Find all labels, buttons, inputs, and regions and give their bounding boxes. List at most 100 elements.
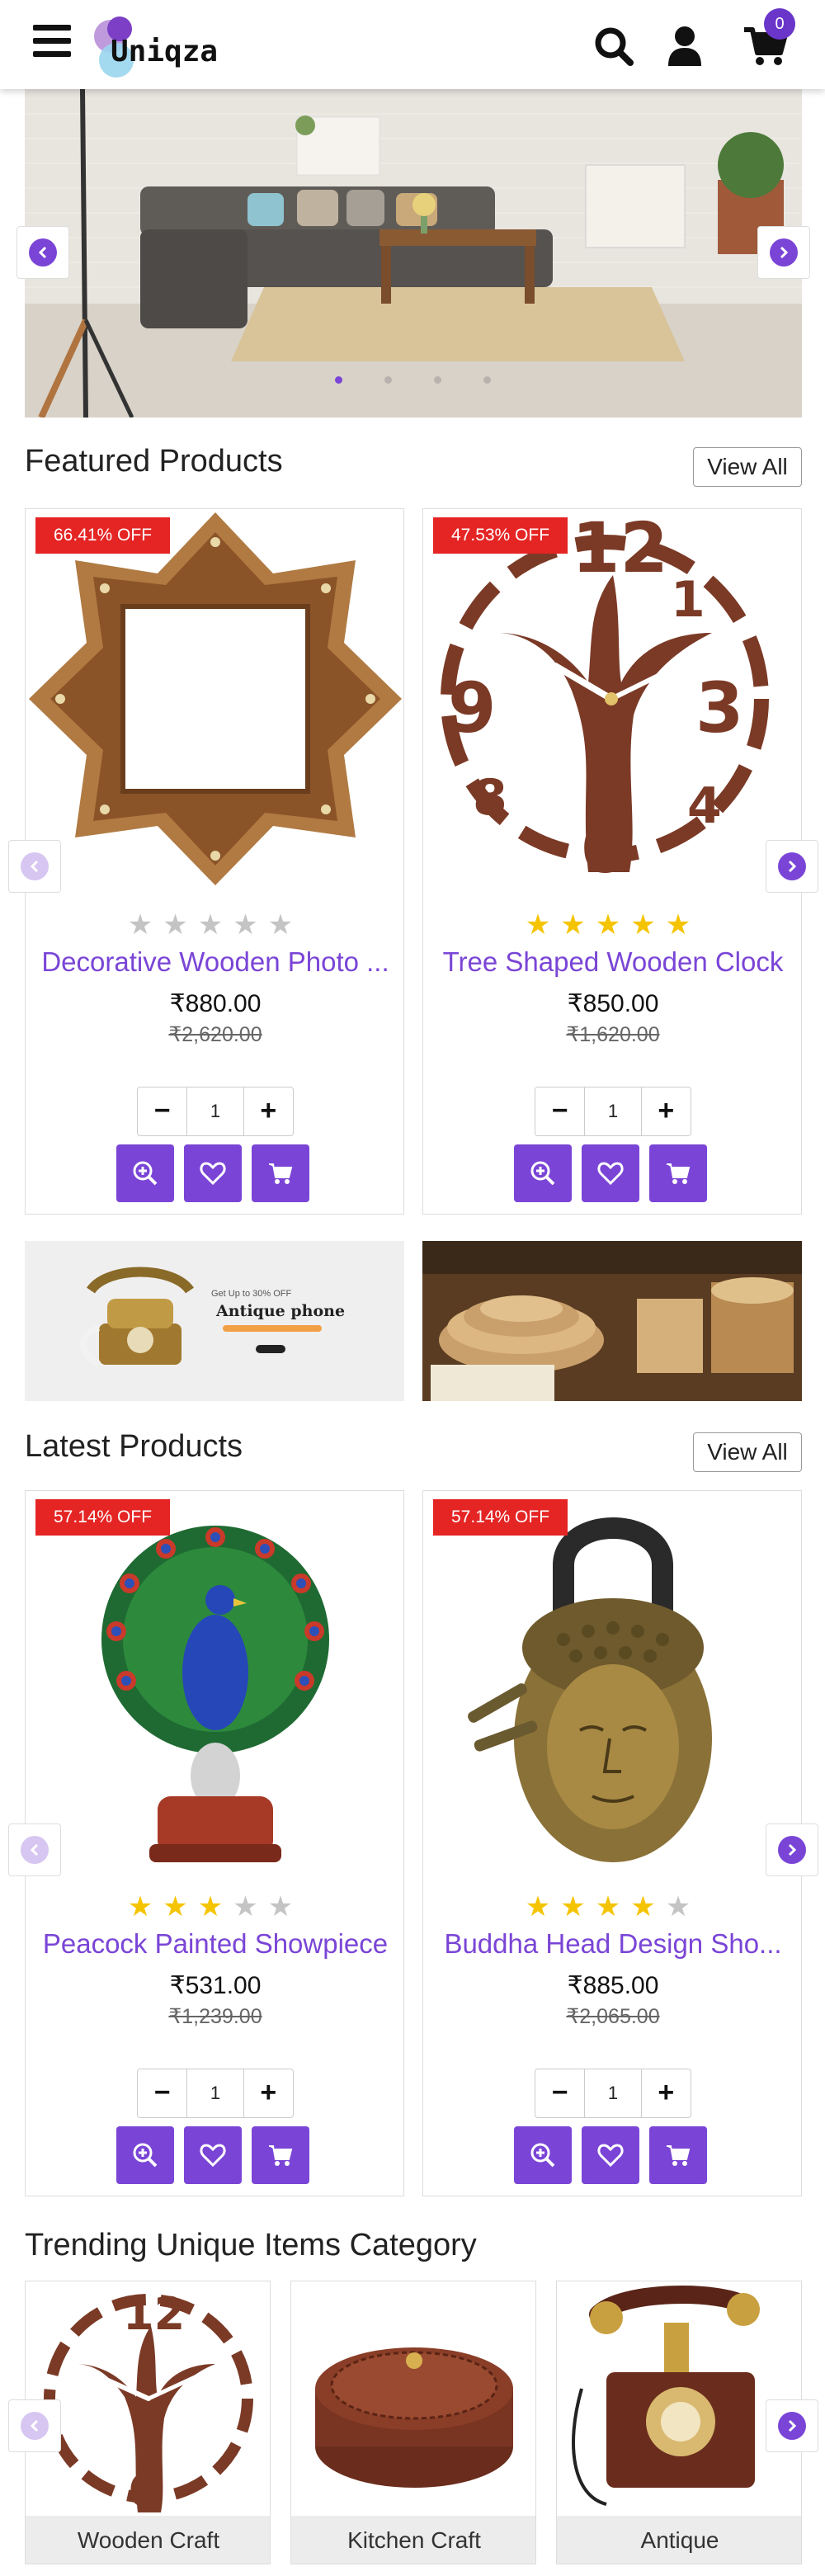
product-actions — [116, 2126, 314, 2184]
quantity-increase-button[interactable]: + — [244, 1087, 293, 1135]
category-card-wooden-craft[interactable]: 12 6 Wooden Craft — [25, 2281, 271, 2564]
quantity-decrease-button[interactable]: − — [138, 2069, 186, 2117]
quick-view-button[interactable] — [514, 2126, 572, 2184]
quantity-increase-button[interactable]: + — [642, 2069, 691, 2117]
latest-view-all-button[interactable]: View All — [693, 1432, 802, 1472]
product-old-price: ₹2,065.00 — [566, 2005, 660, 2028]
product-old-price: ₹1,239.00 — [168, 2005, 262, 2028]
product-price: ₹885.00 — [567, 1972, 659, 1999]
product-card[interactable]: 57.14% OFF ★★★★★ Buddha Head Design Sho.… — [422, 1490, 802, 2196]
svg-text:9: 9 — [448, 668, 496, 748]
zoom-in-icon — [530, 1161, 555, 1186]
category-name: Kitchen Craft — [291, 2516, 535, 2564]
chevron-right-icon — [780, 246, 789, 259]
banner-dot[interactable] — [384, 376, 392, 384]
featured-view-all-button[interactable]: View All — [693, 447, 802, 487]
banner-dot[interactable] — [335, 376, 342, 384]
promo-banner-antique-phone[interactable]: Get Up to 30% OFF Antique phone — [25, 1241, 404, 1401]
site-logo[interactable]: Uniqza — [86, 15, 234, 81]
cart-icon — [269, 1163, 293, 1184]
add-to-cart-button[interactable] — [649, 2126, 707, 2184]
zoom-in-icon — [133, 1161, 158, 1186]
trending-categories-title: Trending Unique Items Category — [25, 2228, 477, 2262]
add-to-cart-button[interactable] — [252, 2126, 309, 2184]
promo-banner-handicrafts[interactable] — [422, 1241, 802, 1401]
product-card[interactable]: 66.41% OFF ★★★★★ Decorative Wooden Photo… — [25, 508, 404, 1215]
category-image-wooden-box — [315, 2347, 513, 2488]
quick-view-button[interactable] — [116, 2126, 174, 2184]
banner-dot[interactable] — [434, 376, 441, 384]
svg-text:8: 8 — [473, 769, 507, 827]
quantity-increase-button[interactable]: + — [244, 2069, 293, 2117]
zoom-in-icon — [133, 2143, 158, 2168]
promo-shop-button[interactable] — [256, 1345, 285, 1353]
product-name[interactable]: Decorative Wooden Photo ... — [31, 946, 400, 978]
quantity-stepper: − 1 + — [137, 1087, 294, 1136]
svg-text:6: 6 — [580, 808, 628, 889]
trending-next-button[interactable] — [766, 2399, 818, 2452]
rating-stars: ★★★★★ — [127, 1891, 304, 1923]
chevron-right-icon — [788, 860, 797, 873]
quick-view-button[interactable] — [116, 1144, 174, 1202]
add-to-cart-button[interactable] — [649, 1144, 707, 1202]
product-card[interactable]: 57.14% OFF ★★★★★ Peacock Painted Showpie… — [25, 1490, 404, 2196]
product-name[interactable]: Peacock Painted Showpiece — [31, 1928, 400, 1960]
svg-text:4: 4 — [687, 777, 722, 835]
add-to-cart-button[interactable] — [252, 1144, 309, 1202]
banner-prev-button[interactable] — [16, 226, 69, 279]
quantity-stepper: − 1 + — [535, 2069, 691, 2118]
heart-icon — [597, 2144, 624, 2168]
site-header: Uniqza 0 — [0, 0, 825, 89]
product-actions — [116, 1144, 314, 1202]
promo-title: Antique phone — [216, 1302, 346, 1320]
search-icon[interactable] — [591, 23, 637, 69]
trending-prev-button[interactable] — [8, 2399, 61, 2452]
product-old-price: ₹2,620.00 — [168, 1023, 262, 1046]
quantity-value[interactable]: 1 — [186, 2069, 244, 2117]
chevron-left-icon — [30, 860, 39, 873]
category-image-antique-telephone — [572, 2286, 760, 2506]
product-old-price: ₹1,620.00 — [566, 1023, 660, 1046]
logo-text: Uniqza — [111, 35, 219, 68]
zoom-in-icon — [530, 2143, 555, 2168]
product-name[interactable]: Tree Shaped Wooden Clock — [428, 946, 798, 978]
quantity-value[interactable]: 1 — [584, 1087, 642, 1135]
product-name[interactable]: Buddha Head Design Sho... — [428, 1928, 798, 1960]
banner-dot[interactable] — [483, 376, 491, 384]
product-image-tree-clock: 12 3 6 9 1 8 4 — [441, 509, 769, 889]
product-card[interactable]: 12 3 6 9 1 8 4 47.53% OFF ★★★★★ Tree Sha… — [422, 508, 802, 1215]
hamburger-menu-icon[interactable] — [33, 25, 71, 58]
svg-text:6: 6 — [128, 2465, 159, 2516]
wishlist-button[interactable] — [582, 2126, 639, 2184]
latest-next-button[interactable] — [766, 1823, 818, 1876]
hero-banner[interactable] — [25, 89, 802, 418]
quantity-decrease-button[interactable]: − — [535, 1087, 584, 1135]
chevron-left-icon — [38, 246, 47, 259]
category-name: Wooden Craft — [26, 2516, 270, 2564]
quantity-value[interactable]: 1 — [186, 1087, 244, 1135]
heart-icon — [200, 1162, 226, 1186]
svg-text:1: 1 — [671, 571, 705, 629]
quantity-decrease-button[interactable]: − — [535, 2069, 584, 2117]
featured-next-button[interactable] — [766, 840, 818, 893]
cart-icon — [269, 2145, 293, 2166]
chevron-right-icon — [788, 1843, 797, 1857]
category-card-kitchen-craft[interactable]: Kitchen Craft — [290, 2281, 536, 2564]
discount-badge: 57.14% OFF — [35, 1499, 171, 1536]
wishlist-button[interactable] — [582, 1144, 639, 1202]
featured-prev-button[interactable] — [8, 840, 61, 893]
latest-prev-button[interactable] — [8, 1823, 61, 1876]
heart-icon — [200, 2144, 226, 2168]
banner-next-button[interactable] — [757, 226, 810, 279]
quick-view-button[interactable] — [514, 1144, 572, 1202]
quantity-value[interactable]: 1 — [584, 2069, 642, 2117]
svg-text:12: 12 — [123, 2288, 185, 2340]
quantity-decrease-button[interactable]: − — [138, 1087, 186, 1135]
wishlist-button[interactable] — [184, 2126, 242, 2184]
user-icon[interactable] — [662, 23, 708, 69]
wishlist-button[interactable] — [184, 1144, 242, 1202]
category-name: Antique — [557, 2516, 801, 2564]
chevron-right-icon — [788, 2419, 797, 2432]
quantity-increase-button[interactable]: + — [642, 1087, 691, 1135]
quantity-stepper: − 1 + — [535, 1087, 691, 1136]
